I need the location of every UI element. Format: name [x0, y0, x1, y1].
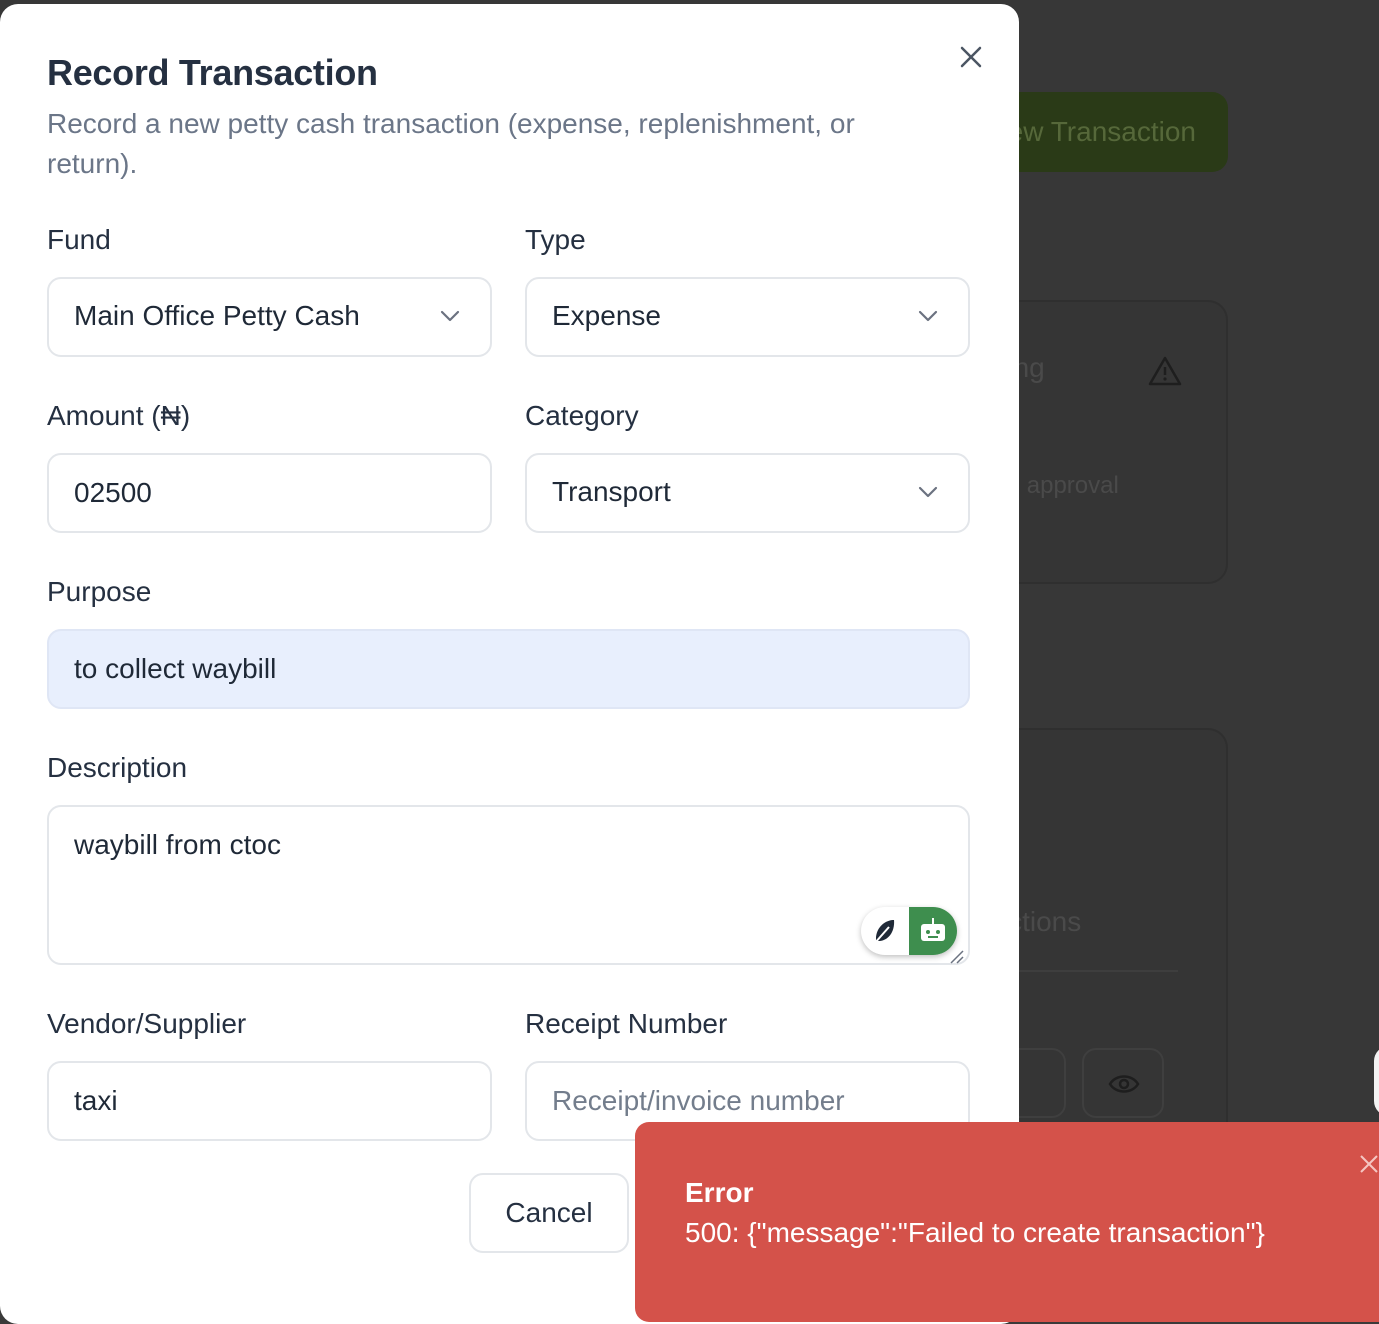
- category-select[interactable]: Transport: [525, 453, 970, 533]
- extension-left[interactable]: [861, 907, 909, 955]
- close-icon[interactable]: [1357, 1152, 1379, 1176]
- purpose-input[interactable]: [47, 629, 970, 709]
- purpose-label: Purpose: [47, 576, 152, 607]
- amount-input[interactable]: [47, 453, 492, 533]
- type-select-value: Expense: [552, 300, 661, 331]
- category-select-value: Transport: [552, 476, 671, 507]
- warning-icon: [1148, 356, 1182, 386]
- chevron-down-icon: [918, 486, 938, 498]
- dialog-title: Record Transaction: [47, 52, 378, 93]
- eye-icon: [1108, 1075, 1140, 1093]
- close-icon[interactable]: [954, 40, 988, 74]
- view-button: [1082, 1048, 1164, 1118]
- feather-icon: [873, 920, 895, 945]
- fund-select-value: Main Office Petty Cash: [74, 300, 360, 331]
- category-label: Category: [525, 400, 639, 431]
- amount-label: Amount (₦): [47, 400, 191, 431]
- floating-widget-edge: [1374, 1046, 1379, 1116]
- extension-widget[interactable]: [861, 907, 957, 955]
- fund-select[interactable]: Main Office Petty Cash: [47, 277, 492, 357]
- toast-message: 500: {"message":"Failed to create transa…: [685, 1217, 1265, 1248]
- description-textarea[interactable]: waybill from ctoc: [47, 805, 970, 965]
- fund-label: Fund: [47, 224, 111, 255]
- receipt-label: Receipt Number: [525, 1008, 728, 1039]
- chevron-down-icon: [440, 310, 460, 322]
- cancel-button[interactable]: Cancel: [469, 1173, 629, 1253]
- resize-grip-icon[interactable]: [948, 948, 964, 964]
- chevron-down-icon: [918, 310, 938, 322]
- type-select[interactable]: Expense: [525, 277, 970, 357]
- toast-title: Error: [685, 1177, 754, 1208]
- type-label: Type: [525, 224, 586, 255]
- vendor-input[interactable]: [47, 1061, 492, 1141]
- dialog-subtitle: Record a new petty cash transaction (exp…: [47, 108, 855, 179]
- description-label: Description: [47, 752, 188, 783]
- error-toast: Error 500: {"message":"Failed to create …: [635, 1122, 1379, 1322]
- vendor-label: Vendor/Supplier: [47, 1008, 247, 1039]
